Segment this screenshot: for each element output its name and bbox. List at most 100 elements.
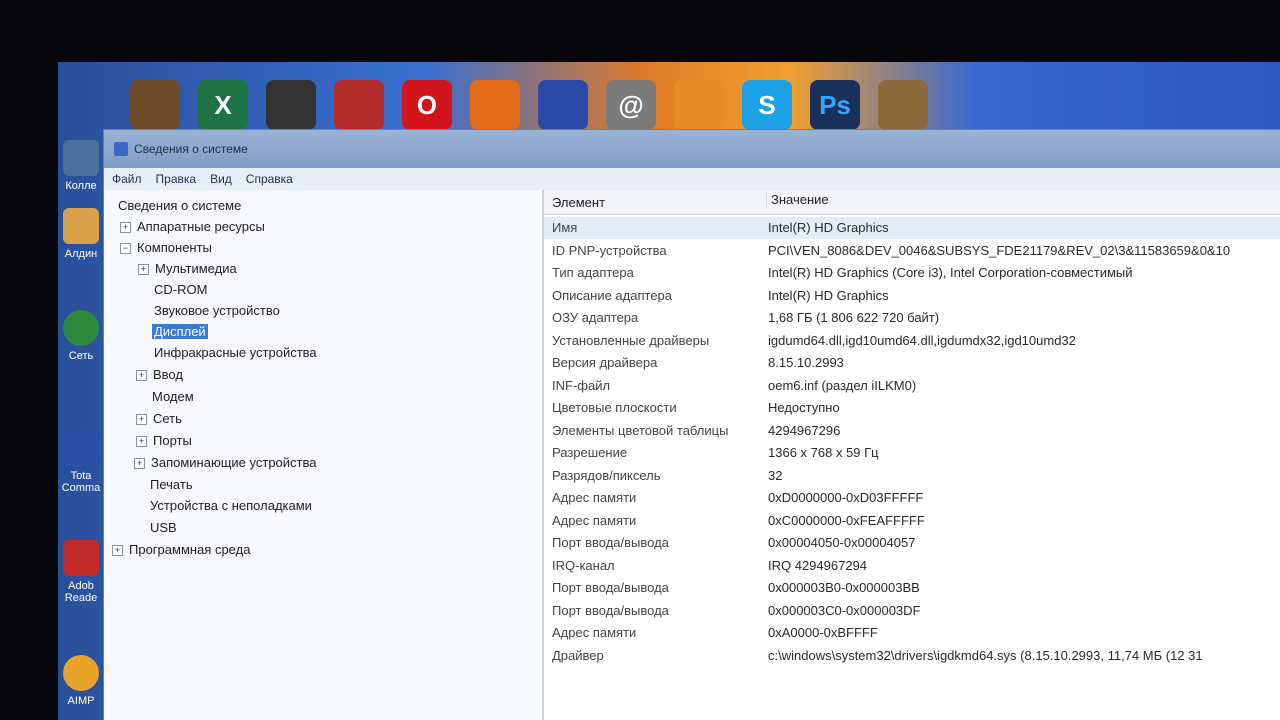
row-value: 0x000003C0-0x000003DF bbox=[768, 602, 921, 618]
tree-root[interactable]: Сведения о системе bbox=[118, 196, 241, 216]
row-value: 0xD0000000-0xD03FFFFF bbox=[768, 490, 924, 505]
table-row[interactable]: Порт ввода/вывода 0x00004050-0x00004057 bbox=[544, 532, 1280, 554]
desktop-icon[interactable]: Tota Comma bbox=[56, 430, 106, 494]
tree-item[interactable]: Печать bbox=[150, 475, 193, 495]
menu-view[interactable]: Вид bbox=[210, 172, 232, 186]
app-icon[interactable] bbox=[334, 80, 384, 130]
pdf-icon bbox=[63, 540, 99, 576]
row-element: Адрес памяти bbox=[552, 625, 637, 640]
app-icon[interactable] bbox=[538, 80, 588, 130]
table-row[interactable]: ОЗУ адаптера 1,68 ГБ (1 806 622 720 байт) bbox=[544, 307, 1280, 329]
row-value: 0x000003B0-0x000003BB bbox=[768, 580, 920, 595]
table-row[interactable]: IRQ-канал IRQ 4294967294 bbox=[544, 555, 1280, 577]
table-row[interactable]: Разрешение 1366 x 768 x 59 Гц bbox=[544, 442, 1280, 464]
table-row[interactable]: Версия драйвера 8.15.10.2993 bbox=[544, 352, 1280, 374]
row-value: Недоступно bbox=[768, 400, 840, 415]
table-row[interactable]: Адрес памяти 0xA0000-0xBFFFF bbox=[544, 622, 1280, 644]
category-tree: Сведения о системе + Аппаратные ресурсы −… bbox=[104, 190, 544, 720]
table-row[interactable]: Адрес памяти 0xD0000000-0xD03FFFFF bbox=[544, 487, 1280, 509]
desktop-icon[interactable]: AIMP bbox=[56, 655, 106, 707]
collapse-icon[interactable]: − bbox=[120, 243, 131, 255]
app-icon[interactable] bbox=[130, 80, 180, 130]
menu-edit[interactable]: Правка bbox=[156, 172, 197, 186]
tree-item[interactable]: + Сеть bbox=[136, 409, 182, 429]
expand-icon[interactable]: + bbox=[136, 414, 147, 426]
desktop-icon[interactable]: Колле bbox=[56, 140, 106, 192]
row-element: Цветовые плоскости bbox=[552, 400, 677, 415]
expand-icon[interactable]: + bbox=[112, 545, 123, 557]
table-row[interactable]: ID PNP-устройства PCI\VEN_8086&DEV_0046&S… bbox=[544, 240, 1280, 262]
column-header-value[interactable]: Значение bbox=[766, 192, 829, 207]
row-value: 1366 x 768 x 59 Гц bbox=[768, 445, 879, 460]
network-icon bbox=[63, 310, 99, 346]
table-row[interactable]: Элементы цветовой таблицы 4294967296 bbox=[544, 420, 1280, 442]
title-bar[interactable]: Сведения о системе bbox=[104, 130, 1280, 168]
tree-item[interactable]: Инфракрасные устройства bbox=[154, 343, 317, 363]
row-element: INF-файл bbox=[552, 377, 611, 393]
tree-item[interactable]: Звуковое устройство bbox=[154, 301, 280, 321]
app-icon[interactable] bbox=[266, 80, 316, 130]
firefox-icon[interactable] bbox=[470, 80, 520, 130]
row-element: Адрес памяти bbox=[552, 490, 637, 505]
excel-icon[interactable]: X bbox=[198, 80, 248, 130]
tree-item[interactable]: Модем bbox=[152, 387, 194, 407]
table-row[interactable]: Драйвер c:\windows\system32\drivers\igdkm… bbox=[544, 645, 1280, 667]
row-element: Драйвер bbox=[552, 647, 604, 663]
tree-item[interactable]: + Ввод bbox=[136, 365, 183, 385]
expand-icon[interactable]: + bbox=[136, 436, 147, 448]
expand-icon[interactable]: + bbox=[134, 458, 145, 470]
table-row[interactable]: Имя Intel(R) HD Graphics bbox=[544, 217, 1280, 239]
row-value: 0x00004050-0x00004057 bbox=[768, 535, 916, 550]
desktop-icon[interactable]: Сеть bbox=[56, 310, 106, 362]
row-element: Порт ввода/вывода bbox=[552, 535, 669, 550]
desktop-icon[interactable]: Adob Reade bbox=[56, 540, 106, 604]
tree-item[interactable]: USB bbox=[150, 518, 177, 538]
table-row[interactable]: Цветовые плоскости Недоступно bbox=[544, 397, 1280, 419]
table-row[interactable]: Порт ввода/вывода 0x000003B0-0x000003BB bbox=[544, 577, 1280, 599]
menu-file[interactable]: Файл bbox=[112, 172, 142, 186]
tree-item[interactable]: CD-ROM bbox=[154, 280, 207, 300]
desktop-icon[interactable]: Алдин bbox=[56, 208, 106, 260]
tree-item-display[interactable]: Дисплей bbox=[152, 322, 208, 342]
photoshop-icon[interactable]: Ps bbox=[810, 80, 860, 130]
details-pane: Элемент Значение Имя Intel(R) HD Graphics… bbox=[544, 190, 1280, 720]
details-header: Элемент Значение bbox=[544, 190, 1280, 215]
menu-help[interactable]: Справка bbox=[246, 172, 293, 186]
row-value: Intel(R) HD Graphics bbox=[768, 287, 889, 303]
table-row[interactable]: Установленные драйверы igdumd64.dll,igd10… bbox=[544, 330, 1280, 352]
table-row[interactable]: Описание адаптера Intel(R) HD Graphics bbox=[544, 285, 1280, 307]
table-row[interactable]: Адрес памяти 0xC0000000-0xFEAFFFFF bbox=[544, 510, 1280, 532]
table-row[interactable]: Разрядов/пиксель 32 bbox=[544, 465, 1280, 487]
app-icon[interactable] bbox=[674, 80, 724, 130]
row-element: Тип адаптера bbox=[552, 265, 634, 280]
row-element: Установленные драйверы bbox=[552, 332, 710, 348]
tree-item[interactable]: Устройства с неполадками bbox=[150, 496, 312, 516]
tree-item[interactable]: + Запоминающие устройства bbox=[134, 453, 316, 473]
row-value: 4294967296 bbox=[768, 422, 841, 438]
expand-icon[interactable]: + bbox=[120, 222, 131, 234]
tree-item[interactable]: + Аппаратные ресурсы bbox=[120, 217, 265, 237]
tree-item[interactable]: + Программная среда bbox=[112, 540, 250, 560]
row-value: PCI\VEN_8086&DEV_0046&SUBSYS_FDE21179&RE… bbox=[768, 242, 1231, 258]
row-element: Порт ввода/вывода bbox=[552, 602, 669, 618]
row-element: Адрес памяти bbox=[552, 512, 637, 528]
mail-icon[interactable]: @ bbox=[606, 80, 656, 130]
row-value: 0xA0000-0xBFFFF bbox=[768, 625, 878, 640]
table-row[interactable]: INF-файл oem6.inf (раздел iILKM0) bbox=[544, 375, 1280, 397]
tree-item[interactable]: + Порты bbox=[136, 431, 192, 451]
row-value: c:\windows\system32\drivers\igdkmd64.sys… bbox=[768, 647, 1203, 663]
floppy-icon bbox=[63, 430, 99, 466]
skype-icon[interactable]: S bbox=[742, 80, 792, 130]
column-header-element[interactable]: Элемент bbox=[552, 195, 605, 210]
table-row[interactable]: Порт ввода/вывода 0x000003C0-0x000003DF bbox=[544, 600, 1280, 622]
table-row[interactable]: Тип адаптера Intel(R) HD Graphics (Core i… bbox=[544, 262, 1280, 284]
expand-icon[interactable]: + bbox=[138, 264, 149, 276]
tree-item[interactable]: − Компоненты bbox=[120, 238, 212, 258]
expand-icon[interactable]: + bbox=[136, 370, 147, 382]
app-icon[interactable] bbox=[878, 80, 928, 130]
opera-icon[interactable]: O bbox=[402, 80, 452, 130]
row-element: Разрешение bbox=[552, 445, 628, 460]
row-element: Разрядов/пиксель bbox=[552, 467, 661, 483]
tree-item[interactable]: + Мультимедиа bbox=[138, 259, 237, 279]
window-icon bbox=[114, 142, 128, 156]
